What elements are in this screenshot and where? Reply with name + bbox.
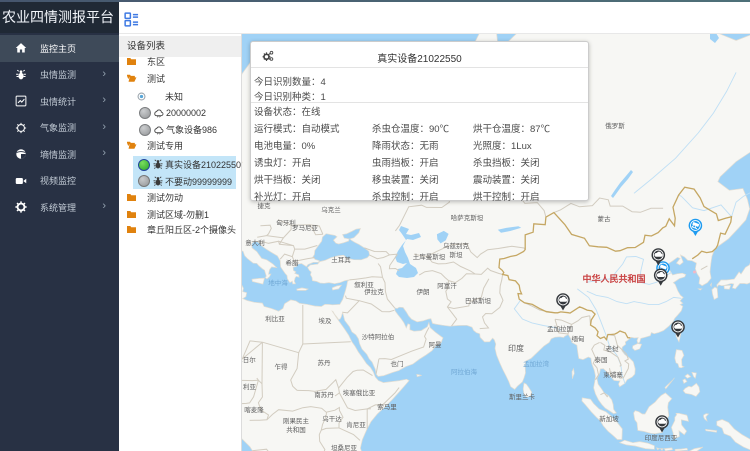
svg-text:斯里兰卡: 斯里兰卡: [509, 392, 536, 401]
svg-text:印度: 印度: [508, 343, 524, 353]
svg-text:共和国: 共和国: [286, 425, 306, 434]
svg-text:印度尼西亚: 印度尼西亚: [645, 433, 678, 442]
svg-text:尼日尔: 尼日尔: [242, 355, 256, 364]
svg-text:乌克兰: 乌克兰: [321, 205, 341, 214]
svg-text:苏丹: 苏丹: [318, 358, 332, 367]
svg-text:乍得: 乍得: [275, 362, 289, 371]
svg-text:叙利亚: 叙利亚: [354, 280, 374, 289]
svg-text:蒙古: 蒙古: [598, 214, 612, 223]
svg-text:缅甸: 缅甸: [572, 334, 585, 343]
svg-text:刚果民主: 刚果民主: [283, 416, 310, 425]
svg-text:乌干达: 乌干达: [322, 414, 342, 423]
svg-text:泰国: 泰国: [595, 355, 608, 364]
svg-text:巴基斯坦: 巴基斯坦: [465, 296, 492, 305]
svg-text:老挝: 老挝: [606, 344, 620, 353]
svg-text:地中海: 地中海: [268, 278, 288, 287]
svg-text:俄罗斯: 俄罗斯: [605, 121, 625, 130]
svg-text:南苏丹: 南苏丹: [314, 390, 334, 399]
svg-text:希腊: 希腊: [286, 258, 300, 267]
svg-text:阿曼: 阿曼: [429, 340, 443, 349]
svg-text:埃塞俄比亚: 埃塞俄比亚: [343, 388, 376, 397]
svg-text:意大利: 意大利: [245, 238, 265, 247]
svg-text:伊朗: 伊朗: [417, 287, 430, 296]
svg-text:索马里: 索马里: [377, 402, 397, 411]
svg-text:哈萨克斯坦: 哈萨克斯坦: [451, 213, 484, 222]
svg-text:肯尼亚: 肯尼亚: [346, 420, 366, 429]
svg-text:坦桑尼亚: 坦桑尼亚: [331, 443, 358, 451]
svg-text:伊拉克: 伊拉克: [364, 287, 384, 296]
svg-text:孟加拉国: 孟加拉国: [547, 324, 573, 333]
svg-text:土耳其: 土耳其: [331, 255, 351, 264]
svg-text:土库曼斯坦: 土库曼斯坦: [413, 252, 446, 261]
svg-text:也门: 也门: [391, 359, 404, 368]
svg-text:沙特阿拉伯: 沙特阿拉伯: [362, 332, 395, 341]
svg-text:喀麦隆: 喀麦隆: [244, 405, 264, 414]
svg-text:新加坡: 新加坡: [599, 414, 619, 423]
svg-text:斯坦: 斯坦: [450, 250, 464, 259]
svg-text:罗马尼亚: 罗马尼亚: [292, 224, 319, 232]
svg-text:中华人民共和国: 中华人民共和国: [582, 273, 645, 284]
svg-text:阿拉伯海: 阿拉伯海: [451, 367, 478, 376]
svg-text:尼日利亚: 尼日利亚: [242, 382, 257, 391]
svg-text:柬埔寨: 柬埔寨: [603, 370, 623, 379]
svg-text:乌兹别克: 乌兹别克: [443, 241, 470, 250]
svg-text:孟加拉湾: 孟加拉湾: [523, 359, 550, 368]
svg-text:阿富汗: 阿富汗: [437, 281, 457, 290]
svg-text:埃及: 埃及: [319, 316, 333, 325]
svg-text:利比亚: 利比亚: [265, 314, 285, 323]
